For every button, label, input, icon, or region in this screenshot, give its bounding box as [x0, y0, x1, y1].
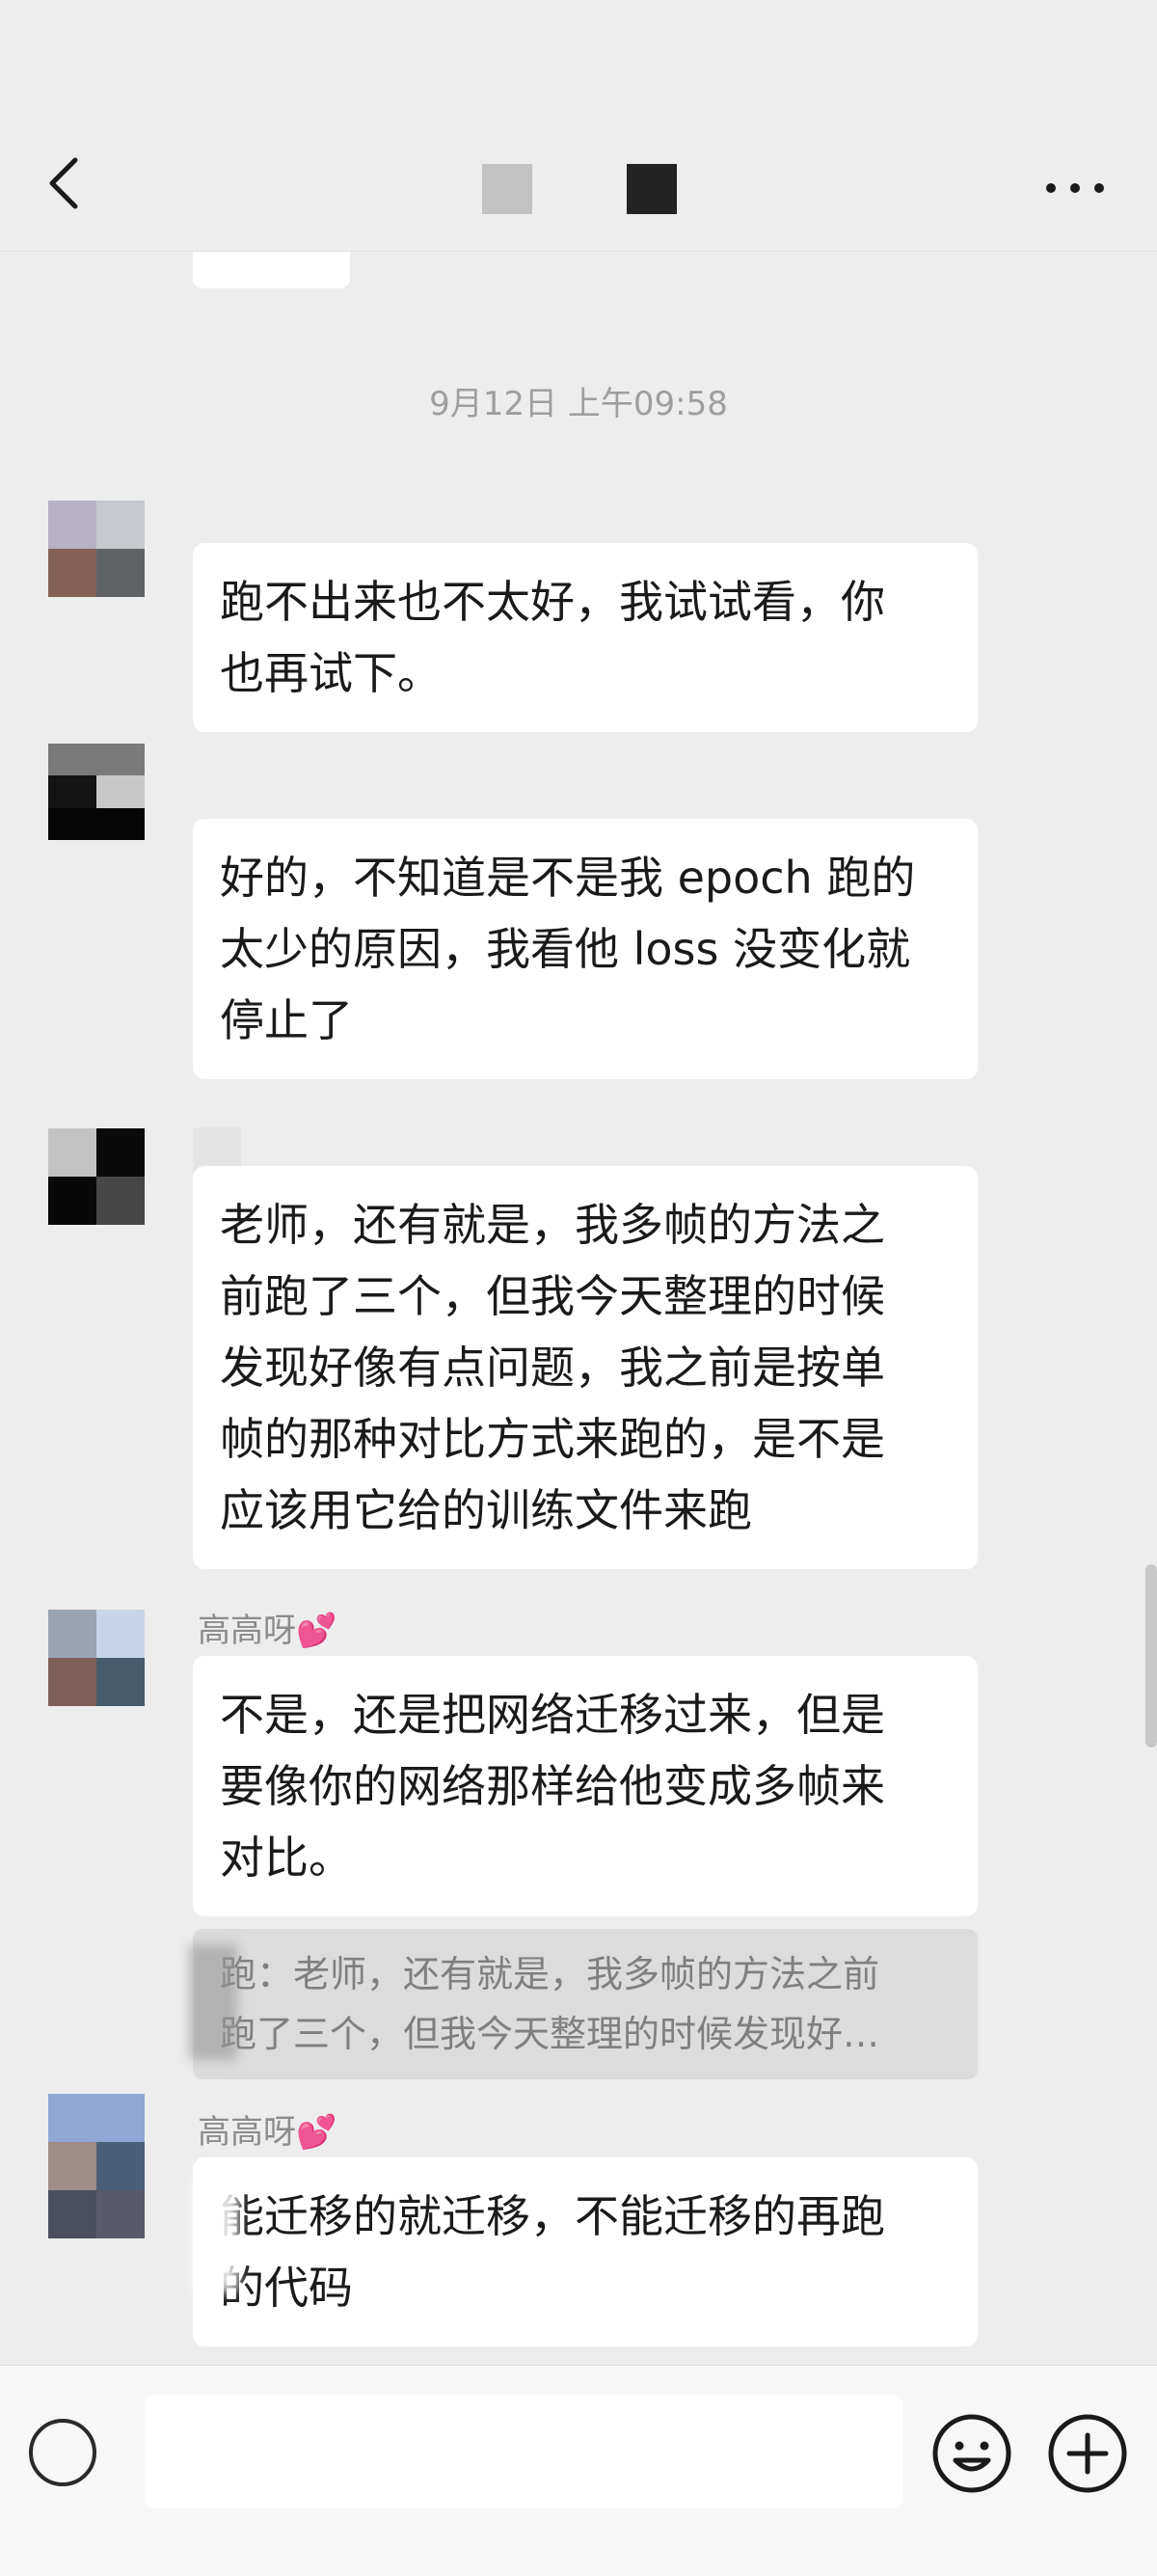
sender-name: 高高呀💕 — [198, 2113, 337, 2152]
quote-line: 跑了三个，但我今天整理的时候发现好… — [220, 2013, 880, 2055]
message-line: 帧的那种对比方式来跑的，是不是 — [220, 1413, 885, 1465]
message-line: 对比。 — [220, 1831, 353, 1884]
emoji-icon[interactable] — [930, 2412, 1013, 2495]
message-line: 老师，还有就是，我多帧的方法之 — [220, 1199, 885, 1251]
avatar[interactable] — [48, 744, 145, 840]
message-bubble[interactable]: 老师，还有就是，我多帧的方法之 前跑了三个，但我今天整理的时候 发现好像有点问题… — [193, 1166, 978, 1569]
message-line: 的代码 — [220, 2262, 353, 2314]
message-line: 太少的原因，我看他 loss 没变化就 — [220, 923, 911, 975]
avatar[interactable] — [48, 2094, 145, 2238]
message-line: 不是，还是把网络迁移过来，但是 — [220, 1689, 885, 1741]
quote-line: 跑：老师，还有就是，我多帧的方法之前 — [220, 1953, 880, 1995]
chevron-left-icon[interactable] — [39, 145, 96, 222]
sender-name: 高高呀💕 — [198, 1612, 337, 1650]
message-line: 停止了 — [220, 994, 353, 1046]
message-line: 发现好像有点问题，我之前是按单 — [220, 1342, 885, 1394]
message-bubble[interactable]: 不是，还是把网络迁移过来，但是 要像你的网络那样给他变成多帧来 对比。 — [193, 1656, 978, 1916]
message-line: 也再试下。 — [220, 647, 442, 699]
avatar[interactable] — [48, 1128, 145, 1225]
chat-header — [0, 0, 1157, 252]
voice-icon[interactable] — [29, 2419, 96, 2486]
message-line: 跑不出来也不太好，我试试看，你 — [220, 576, 885, 628]
message-line: 要像你的网络那样给他变成多帧来 — [220, 1760, 885, 1812]
quoted-message[interactable]: 跑：老师，还有就是，我多帧的方法之前 跑了三个，但我今天整理的时候发现好… — [193, 1929, 978, 2079]
message-bubble[interactable]: 能迁移的就迁移，不能迁移的再跑 的代码 — [193, 2157, 978, 2346]
message-list[interactable]: 9月12日 上午09:58 跑不出来也不太好，我试试看，你 也再试下。 好的，不… — [0, 252, 1157, 2364]
chat-title-redacted-2 — [627, 164, 677, 214]
more-horizontal-icon[interactable] — [1032, 159, 1118, 217]
plus-circle-icon[interactable] — [1046, 2412, 1129, 2495]
avatar[interactable] — [48, 501, 145, 597]
input-bar — [0, 2365, 1157, 2576]
chat-title-redacted — [482, 164, 532, 214]
previous-message-bubble — [193, 252, 350, 288]
message-bubble[interactable]: 好的，不知道是不是我 epoch 跑的 太少的原因，我看他 loss 没变化就 … — [193, 819, 978, 1079]
redaction-blur — [193, 2177, 239, 2292]
avatar[interactable] — [48, 1610, 145, 1706]
message-bubble[interactable]: 跑不出来也不太好，我试试看，你 也再试下。 — [193, 543, 978, 732]
message-line: 前跑了三个，但我今天整理的时候 — [220, 1270, 885, 1322]
message-line: 应该用它给的训练文件来跑 — [220, 1484, 752, 1536]
message-input[interactable] — [145, 2395, 902, 2508]
message-line: 好的，不知道是不是我 epoch 跑的 — [220, 852, 916, 904]
message-line: 能迁移的就迁移，不能迁移的再跑 — [220, 2190, 885, 2242]
redaction-blur — [189, 1944, 237, 2060]
timestamp: 9月12日 上午09:58 — [429, 385, 728, 423]
scrollbar[interactable] — [1145, 1564, 1157, 1748]
